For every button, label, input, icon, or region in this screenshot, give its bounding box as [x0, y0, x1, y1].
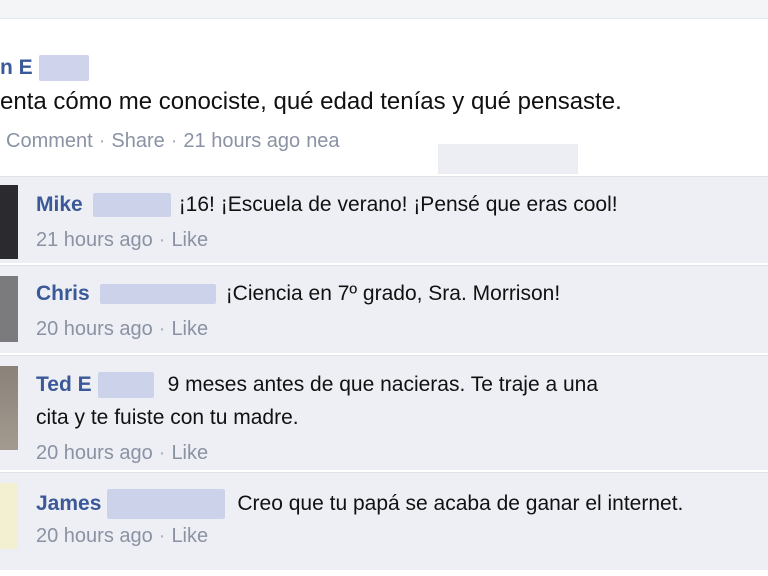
- meta-separator: ·: [158, 318, 166, 340]
- comment-timestamp[interactable]: 21 hours ago: [36, 229, 153, 252]
- meta-separator: ·: [158, 442, 166, 464]
- comment-timestamp[interactable]: 20 hours ago: [36, 442, 153, 465]
- post-meta: Comment · Share · 21 hours ago nea: [6, 130, 340, 153]
- avatar[interactable]: [0, 276, 18, 342]
- comment-item: Chris ¡Ciencia en 7º grado, Sra. Morriso…: [0, 265, 768, 353]
- comment-item: Mike ¡16! ¡Escuela de verano! ¡Pensé que…: [0, 176, 768, 263]
- commenter-name[interactable]: James: [36, 492, 101, 516]
- like-link[interactable]: Like: [171, 525, 208, 548]
- like-link[interactable]: Like: [171, 318, 208, 341]
- avatar[interactable]: [0, 483, 18, 549]
- name-redaction: [38, 55, 89, 81]
- meta-separator: ·: [98, 130, 106, 152]
- name-redaction: [92, 193, 171, 217]
- name-redaction: [99, 284, 216, 304]
- comment-meta: 21 hours ago · Like: [36, 229, 208, 252]
- like-link[interactable]: Like: [171, 229, 208, 252]
- share-link[interactable]: Share: [111, 130, 164, 153]
- comment-text: ¡16! ¡Escuela de verano! ¡Pensé que eras…: [178, 193, 618, 216]
- commenter-name[interactable]: Chris: [36, 282, 90, 306]
- meta-separator: ·: [158, 525, 166, 547]
- comment-item: James Creo que tu papá se acaba de ganar…: [0, 472, 768, 570]
- comment-timestamp[interactable]: 20 hours ago: [36, 525, 153, 548]
- comment-list: Mike ¡16! ¡Escuela de verano! ¡Pensé que…: [0, 176, 768, 572]
- commenter-name[interactable]: Mike: [36, 193, 83, 217]
- name-redaction: [107, 489, 226, 519]
- comment-item: Ted E 9 meses antes de que nacieras. Te …: [0, 355, 768, 470]
- location-redaction: [438, 144, 578, 174]
- comment-text: 9 meses antes de que nacieras. Te traje …: [167, 373, 599, 396]
- comment-meta: 20 hours ago · Like: [36, 525, 208, 548]
- comment-text-continued: cita y te fuiste con tu madre.: [36, 406, 299, 429]
- comment-meta: 20 hours ago · Like: [36, 318, 208, 341]
- comment-link[interactable]: Comment: [6, 130, 93, 153]
- post-author[interactable]: n E: [0, 54, 89, 82]
- top-bar: [0, 0, 768, 19]
- meta-separator: ·: [170, 130, 178, 152]
- post-timestamp[interactable]: 21 hours ago: [183, 130, 300, 153]
- post-author-name[interactable]: n E: [0, 56, 33, 80]
- comment-text: Creo que tu papá se acaba de ganar el in…: [237, 492, 684, 515]
- comment-timestamp[interactable]: 20 hours ago: [36, 318, 153, 341]
- commenter-name[interactable]: Ted E: [36, 373, 92, 397]
- post-text: enta cómo me conociste, qué edad tenías …: [0, 88, 622, 115]
- avatar[interactable]: [0, 366, 18, 450]
- like-link[interactable]: Like: [171, 442, 208, 465]
- meta-separator: ·: [158, 229, 166, 251]
- avatar[interactable]: [0, 185, 18, 259]
- comment-meta: 20 hours ago · Like: [36, 442, 208, 465]
- comment-text: ¡Ciencia en 7º grado, Sra. Morrison!: [225, 282, 561, 305]
- post-location[interactable]: nea: [306, 130, 339, 153]
- name-redaction: [97, 372, 154, 398]
